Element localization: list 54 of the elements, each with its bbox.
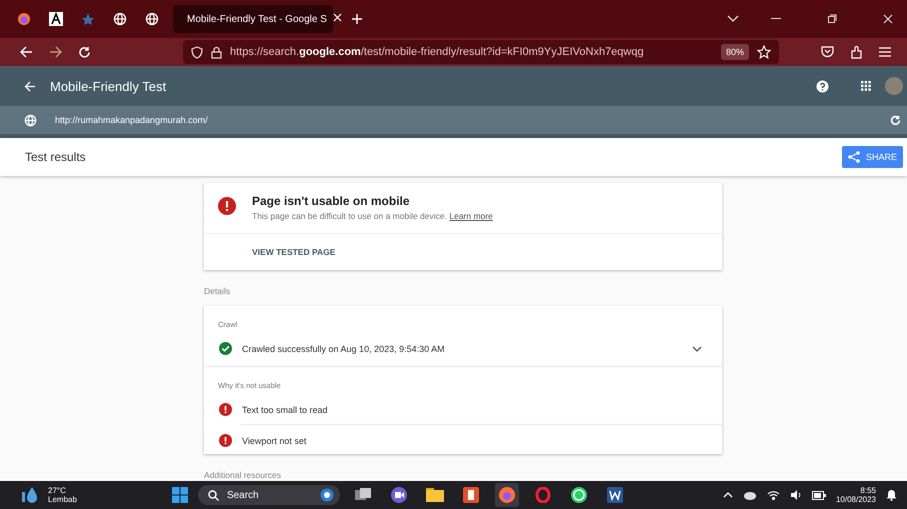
shield-icon <box>191 46 203 58</box>
font-icon[interactable] <box>49 12 63 26</box>
extensions-icon[interactable] <box>850 46 863 58</box>
firefox-icon[interactable] <box>494 483 519 507</box>
back-arrow-icon[interactable] <box>20 46 33 58</box>
taskbar-search[interactable]: Search <box>198 485 340 505</box>
section-label: Additional resources <box>204 469 282 482</box>
reload-icon[interactable] <box>78 46 91 58</box>
clock-date[interactable]: 10/08/2023 <box>836 495 876 504</box>
menu-icon[interactable] <box>879 47 891 57</box>
bell-icon[interactable] <box>886 489 897 501</box>
chevron-down-icon[interactable] <box>692 346 702 352</box>
globe-icon[interactable] <box>113 12 127 26</box>
weather-condition: Lembab <box>48 495 77 504</box>
star-icon[interactable] <box>81 12 95 26</box>
globe-icon <box>24 114 37 126</box>
clock-time[interactable]: 8:55 <box>860 486 876 495</box>
address-bar[interactable]: https://search.google.com/test/mobile-friendly/result?id=kFI0m9YyJEIVoNxh7eqwqg 80% <box>183 40 779 64</box>
raindrop-icon[interactable] <box>22 486 38 504</box>
share-icon <box>848 151 860 163</box>
new-tab-icon[interactable] <box>351 13 363 25</box>
results-title: Test results <box>25 150 87 164</box>
error-icon <box>218 197 236 215</box>
wifi-icon[interactable] <box>766 490 780 500</box>
bookmark-star-icon[interactable] <box>757 45 771 59</box>
learn-more-link[interactable]: Learn more <box>449 211 493 221</box>
search-icon <box>208 490 219 500</box>
back-arrow-icon[interactable] <box>24 80 36 92</box>
url-text: https://search.google.com/test/mobile-friendly/result?id=kFI0m9YyJEIVoNxh7eqwqg <box>230 46 644 58</box>
windows-start-icon[interactable] <box>172 487 188 503</box>
share-button[interactable]: SHARE <box>842 146 903 168</box>
lock-icon <box>211 46 222 58</box>
battery-icon[interactable] <box>812 490 826 500</box>
summary-title: Page isn't usable on mobile <box>252 194 411 208</box>
forward-arrow-icon[interactable] <box>49 46 62 58</box>
issue-text: Text too small to read <box>242 404 328 414</box>
crawl-status: Crawled successfully on Aug 10, 2023, 9:54:30 AM <box>242 344 445 354</box>
temperature: 27°C <box>48 486 67 495</box>
help-icon[interactable] <box>816 80 829 92</box>
globe-icon[interactable] <box>145 12 159 26</box>
view-tested-page-button[interactable]: VIEW TESTED PAGE <box>244 243 344 261</box>
reload-icon[interactable] <box>890 114 901 126</box>
app-title: Mobile-Friendly Test <box>50 78 166 94</box>
speaker-icon[interactable] <box>790 490 802 500</box>
tested-url: http://rumahmakanpadangmurah.com/ <box>55 115 208 125</box>
cloud-icon[interactable] <box>742 490 757 500</box>
zoom-level[interactable]: 80% <box>720 44 749 60</box>
pocket-icon[interactable] <box>821 46 834 58</box>
firefox-icon[interactable] <box>17 12 31 26</box>
issue-text: Viewport not set <box>242 436 306 446</box>
chevron-up-icon[interactable] <box>722 492 733 498</box>
apps-grid-icon[interactable] <box>861 81 871 91</box>
summary-description: This page can be difficult to use on a mobile device. Learn more <box>252 211 493 221</box>
section-label: Details <box>204 285 231 298</box>
